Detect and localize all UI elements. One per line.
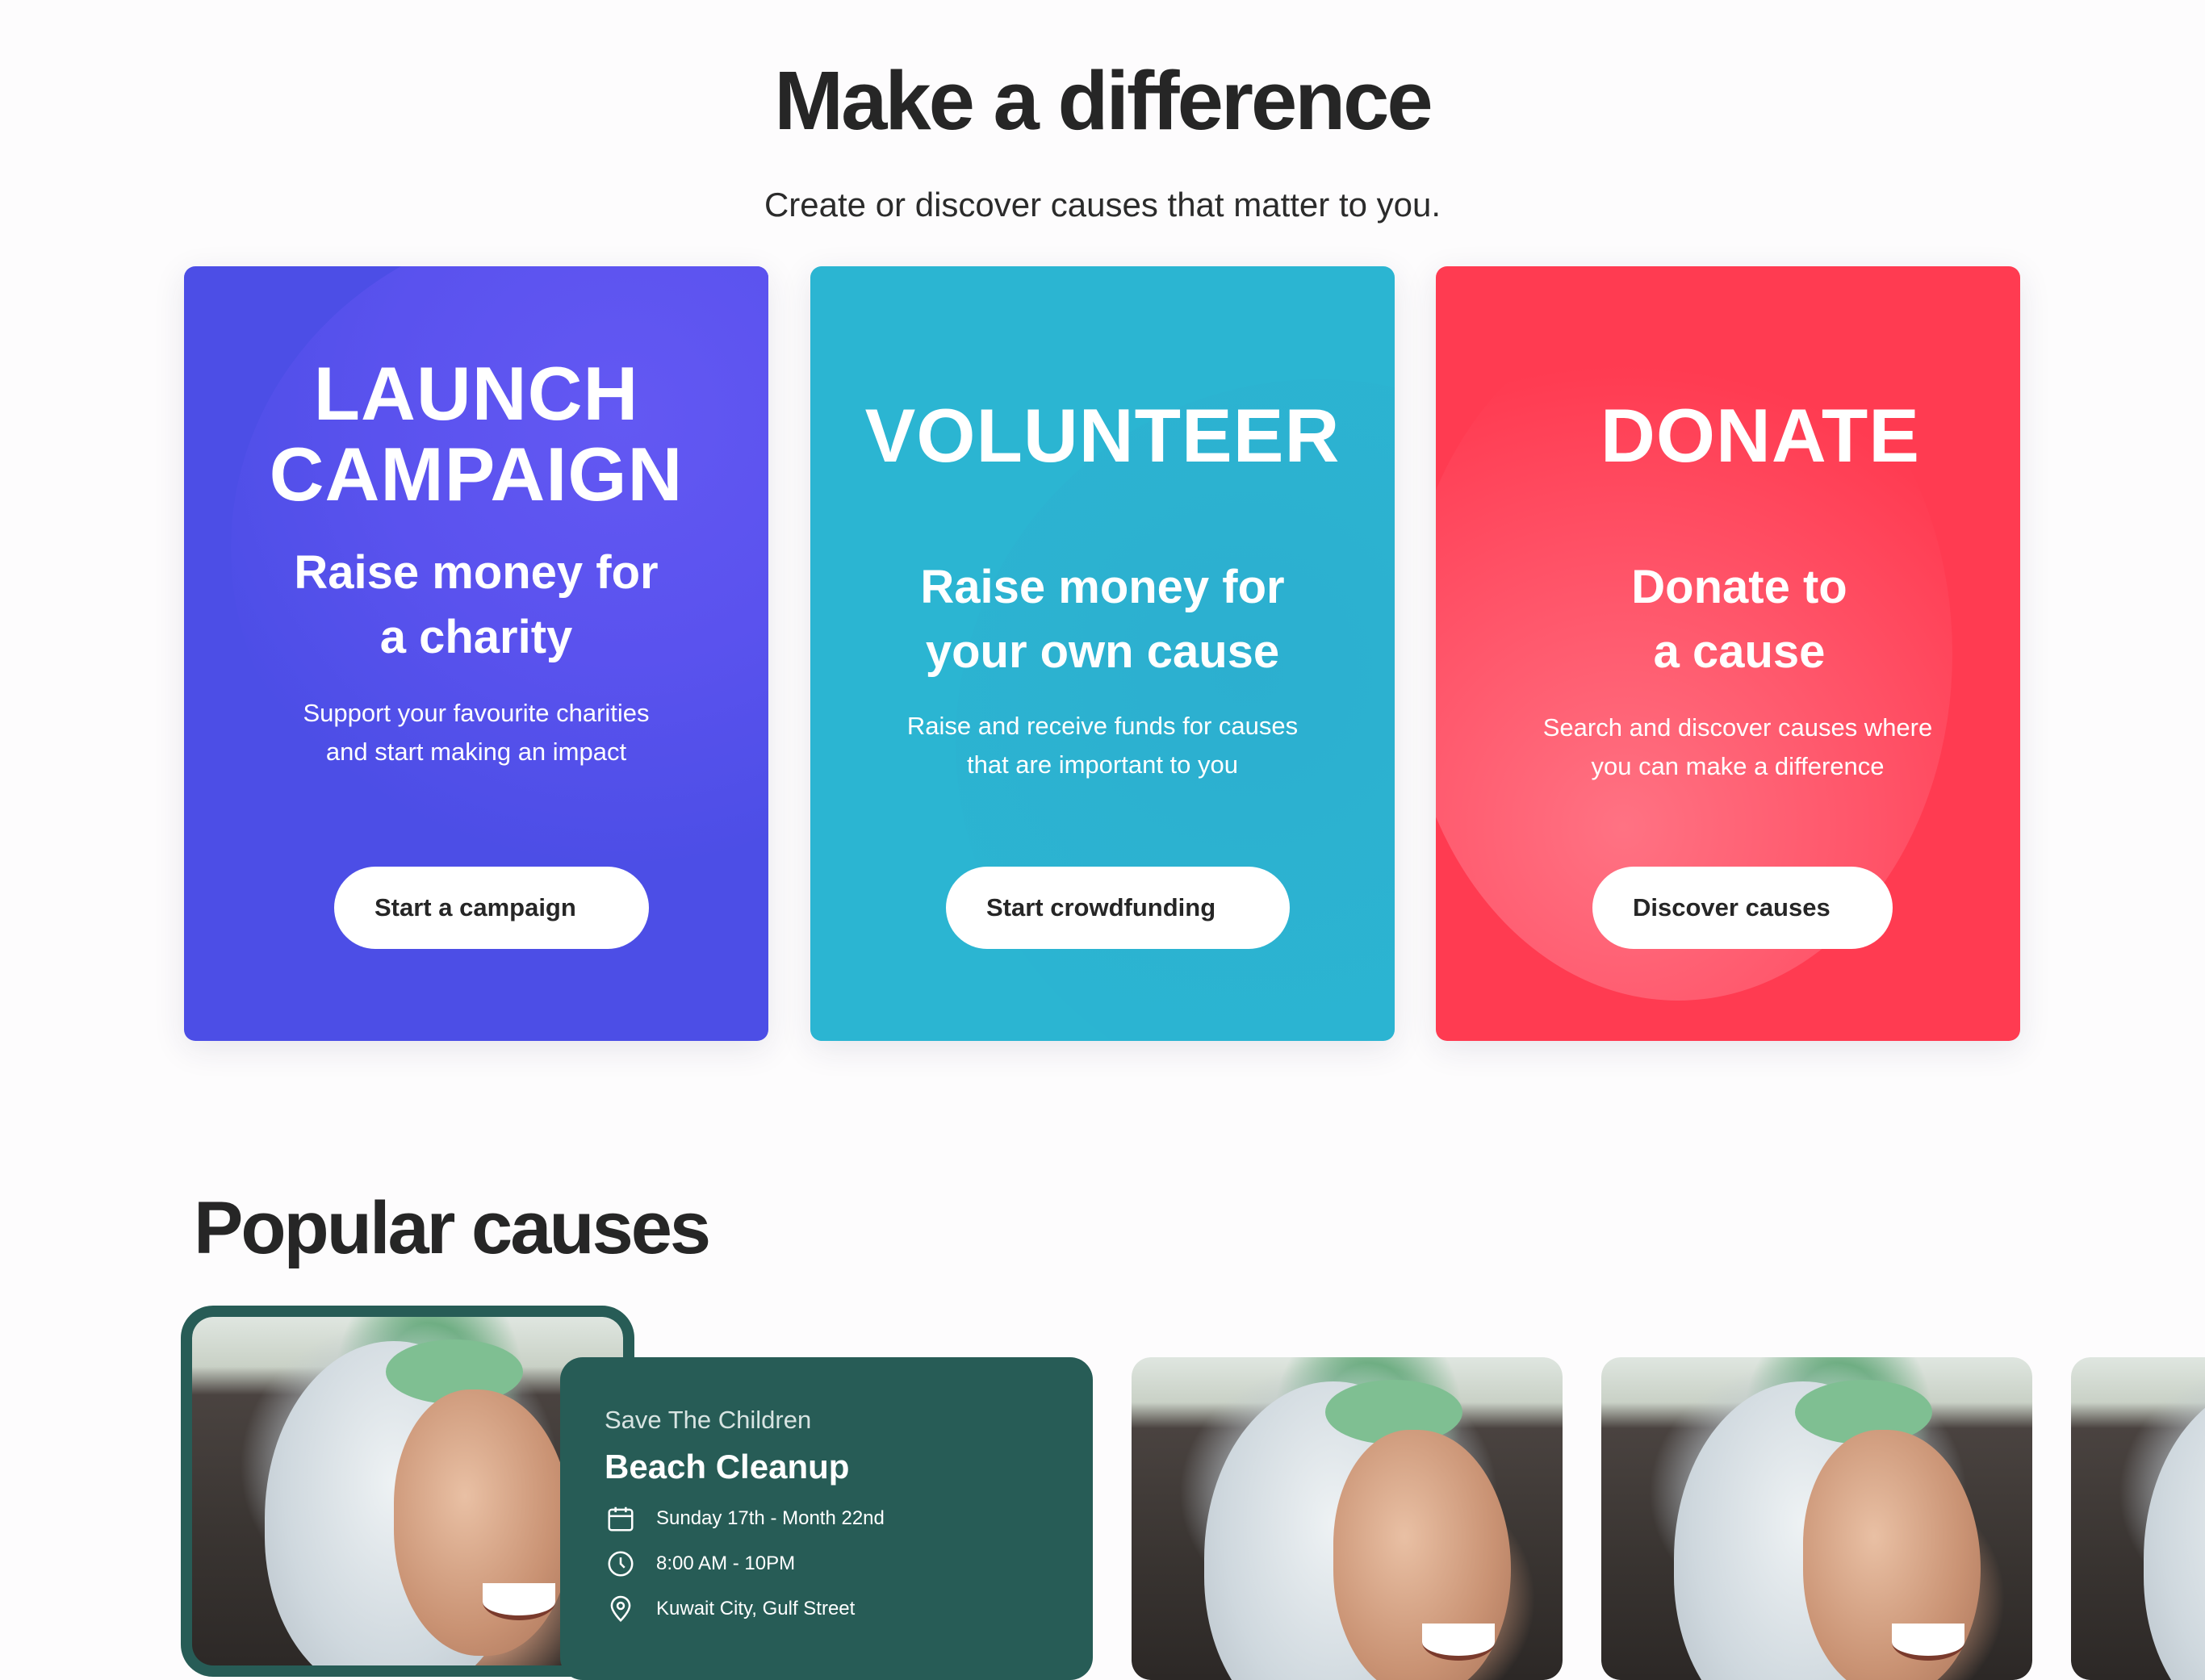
- photo-hijab: [2144, 1381, 2205, 1680]
- card-subheading-line: a charity: [379, 611, 573, 663]
- launch-campaign-card[interactable]: LAUNCH CAMPAIGN Raise money for a charit…: [184, 266, 768, 1041]
- card-heading-line: CAMPAIGN: [269, 432, 684, 516]
- card-description-line: and start making an impact: [325, 738, 627, 766]
- card-subheading-line: Raise money for: [294, 546, 659, 599]
- cause-title[interactable]: Beach Cleanup: [605, 1448, 849, 1486]
- card-description-line: Raise and receive funds for causes: [906, 712, 1299, 740]
- cause-info-panel[interactable]: Save The Children Beach Cleanup Sunday 1…: [560, 1357, 1093, 1680]
- cause-date: Sunday 17th - Month 22nd: [656, 1507, 885, 1529]
- card-description: Search and discover causes where you can…: [1510, 708, 1965, 786]
- card-description: Support your favourite charities and sta…: [249, 694, 704, 771]
- card-subheading: Raise money for your own cause: [843, 555, 1362, 684]
- start-campaign-button[interactable]: Start a campaign: [334, 867, 649, 949]
- location-pin-icon: [605, 1593, 637, 1625]
- card-heading: VOLUNTEER: [864, 393, 1341, 478]
- volunteer-card[interactable]: VOLUNTEER Raise money for your own cause…: [810, 266, 1395, 1041]
- donate-card[interactable]: DONATE Donate to a cause Search and disc…: [1436, 266, 2020, 1041]
- photo-smile: [1892, 1624, 1964, 1661]
- photo-smile: [483, 1583, 555, 1620]
- card-description-line: that are important to you: [966, 750, 1239, 779]
- card-heading: DONATE: [1600, 393, 1920, 478]
- photo-face: [394, 1390, 571, 1656]
- card-heading-line: LAUNCH: [313, 351, 639, 436]
- discover-causes-button[interactable]: Discover causes: [1592, 867, 1893, 949]
- cause-card[interactable]: [2071, 1357, 2205, 1680]
- cause-card[interactable]: [1601, 1357, 2032, 1680]
- card-heading: LAUNCH CAMPAIGN: [184, 353, 768, 515]
- photo-smile: [1422, 1624, 1495, 1661]
- cause-location-row: Kuwait City, Gulf Street: [605, 1593, 855, 1625]
- cause-location: Kuwait City, Gulf Street: [656, 1598, 856, 1619]
- card-subheading: Raise money for a charity: [216, 541, 736, 670]
- cause-card[interactable]: [1132, 1357, 1563, 1680]
- cause-photo: [1132, 1357, 1563, 1680]
- card-description-line: Search and discover causes where: [1542, 713, 1933, 742]
- cause-photo: [2071, 1357, 2205, 1680]
- cause-date-row: Sunday 17th - Month 22nd: [605, 1502, 885, 1535]
- card-subheading-line: Donate to: [1631, 561, 1847, 613]
- card-description-line: Support your favourite charities: [303, 699, 650, 727]
- start-crowdfunding-button[interactable]: Start crowdfunding: [946, 867, 1290, 949]
- page-title: Make a difference: [774, 54, 1433, 147]
- clock-icon: [605, 1548, 637, 1580]
- cause-photo: [1601, 1357, 2032, 1680]
- cause-time-row: 8:00 AM - 10PM: [605, 1548, 795, 1580]
- cause-organization: Save The Children: [605, 1406, 812, 1434]
- calendar-icon: [605, 1502, 637, 1535]
- card-subheading-line: Raise money for: [920, 561, 1285, 613]
- card-subheading-line: a cause: [1653, 625, 1826, 678]
- cause-time: 8:00 AM - 10PM: [656, 1553, 796, 1574]
- cause-photo: [192, 1317, 623, 1665]
- page-subtitle: Create or discover causes that matter to…: [764, 186, 1441, 224]
- popular-causes-title: Popular causes: [194, 1187, 711, 1269]
- card-subheading: Donate to a cause: [1479, 555, 1999, 684]
- card-subheading-line: your own cause: [925, 625, 1280, 678]
- card-description: Raise and receive funds for causes that …: [875, 707, 1330, 784]
- card-description-line: you can make a difference: [1591, 752, 1885, 780]
